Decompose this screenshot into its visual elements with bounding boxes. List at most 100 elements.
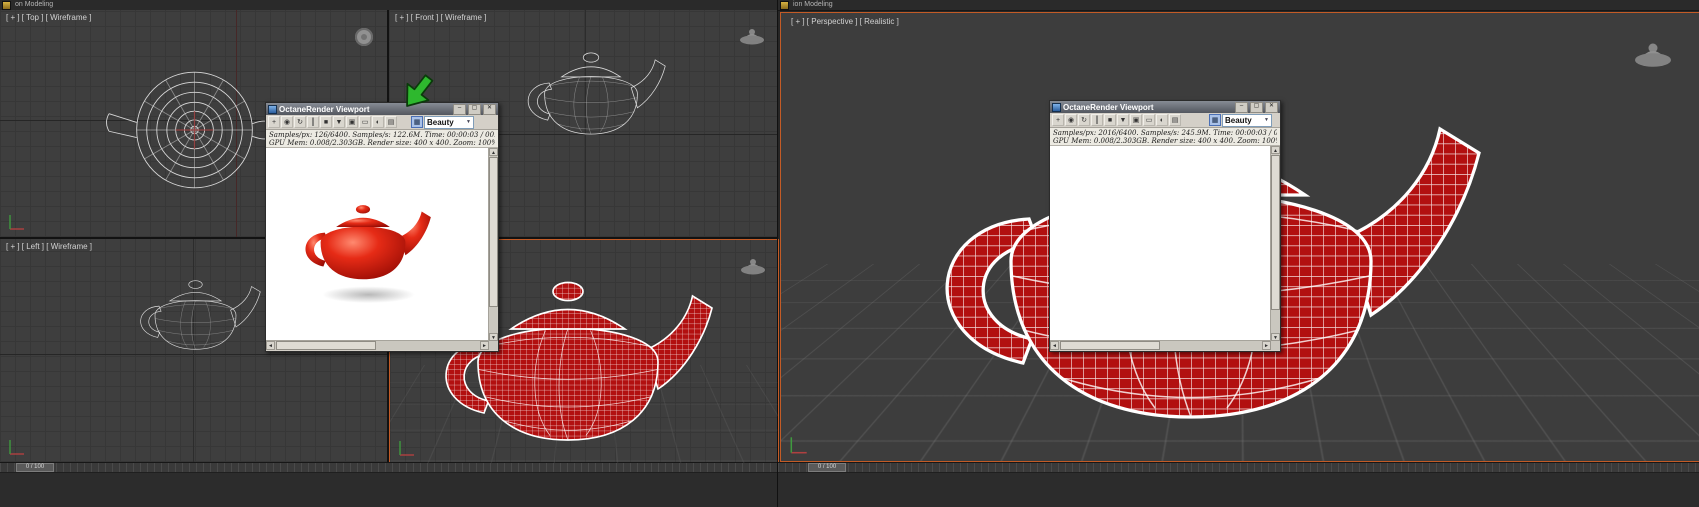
ribbon-tab-label[interactable]: ion Modeling xyxy=(793,0,833,10)
close-button[interactable]: ✕ xyxy=(483,103,496,115)
octane-render-view: ▲ ▼ ◄ ► xyxy=(1050,146,1280,350)
octane-status-line-1: Samples/px: 126/6400. Samples/s: 122.6M.… xyxy=(269,131,495,139)
chevron-down-icon: ▼ xyxy=(1264,117,1269,123)
save-image-icon[interactable]: ▼ xyxy=(333,116,345,128)
octane-window-titlebar[interactable]: OctaneRender Viewport – ▢ ✕ xyxy=(266,103,498,115)
viewcube-home-icon[interactable] xyxy=(740,256,766,276)
octane-app-icon xyxy=(268,104,277,114)
clay-mode-icon[interactable]: ◐ xyxy=(1156,114,1168,126)
octane-status-area: Samples/px: 2016/6400. Samples/s: 245.9M… xyxy=(1050,128,1280,146)
lock-viewport-icon[interactable]: ▦ xyxy=(411,116,423,128)
octane-toolbar: + ◉ ↻ ║ ■ ▼ ▣ ▭ ◐ ▤ ▦ Beauty ▼ xyxy=(1050,113,1280,128)
octane-status-line-2: GPU Mem: 0.008/2.303GB. Render size: 400… xyxy=(269,139,495,147)
render-canvas[interactable] xyxy=(1050,146,1271,341)
viewport-perspective-label[interactable]: [ + ] [ Perspective ] [ Realistic ] xyxy=(791,17,899,26)
viewcube-home-icon[interactable] xyxy=(1633,39,1673,69)
vscroll-thumb[interactable] xyxy=(489,157,498,307)
max-workspace: on Modeling [ + ] [ Top ] [ Wireframe ] xyxy=(0,0,1699,507)
scroll-right-icon[interactable]: ► xyxy=(480,341,489,350)
viewcube-home-icon[interactable] xyxy=(353,26,375,48)
scroll-down-icon[interactable]: ▼ xyxy=(489,333,498,341)
region-render-icon[interactable]: ▭ xyxy=(359,116,371,128)
octane-render-window: OctaneRender Viewport – ▢ ✕ + ◉ ↻ ║ ■ ▼ … xyxy=(265,102,499,352)
stop-render-icon[interactable]: ■ xyxy=(1104,114,1116,126)
stop-render-icon[interactable]: ■ xyxy=(320,116,332,128)
clay-mode-icon[interactable]: ◐ xyxy=(372,116,384,128)
axis-tripod xyxy=(9,440,24,455)
copy-image-icon[interactable]: ▣ xyxy=(346,116,358,128)
render-mode-value: Beauty xyxy=(1225,115,1252,125)
time-slider-track[interactable]: 0 / 100 xyxy=(778,463,1699,473)
copy-image-icon[interactable]: ▣ xyxy=(1130,114,1142,126)
axis-tripod xyxy=(399,441,414,456)
restart-render-icon[interactable]: ↻ xyxy=(294,116,306,128)
teapot-left-wireframe[interactable] xyxy=(128,263,263,361)
scroll-left-icon[interactable]: ◄ xyxy=(1050,341,1059,350)
axis-tripod xyxy=(9,215,24,230)
subsampling-icon[interactable]: ▤ xyxy=(385,116,397,128)
ribbon-icon[interactable] xyxy=(2,0,11,10)
viewcube-home-icon[interactable] xyxy=(739,26,765,46)
octane-status-line-1: Samples/px: 2016/6400. Samples/s: 245.9M… xyxy=(1053,129,1277,137)
ribbon-strip-right: ion Modeling xyxy=(778,0,1699,11)
viewport-front-label[interactable]: [ + ] [ Front ] [ Wireframe ] xyxy=(395,13,486,22)
scroll-up-icon[interactable]: ▲ xyxy=(1271,146,1280,154)
save-image-icon[interactable]: ▼ xyxy=(1117,114,1129,126)
octane-window-titlebar[interactable]: OctaneRender Viewport – ▢ ✕ xyxy=(1050,101,1280,113)
octane-render-view: ▲ ▼ ◄ ► xyxy=(266,148,498,350)
render-mode-dropdown[interactable]: Beauty ▼ xyxy=(424,115,474,129)
ribbon-icon[interactable] xyxy=(780,0,789,10)
octane-app-icon xyxy=(1052,102,1061,112)
material-picker-icon[interactable]: ◉ xyxy=(281,116,293,128)
render-mode-dropdown[interactable]: Beauty ▼ xyxy=(1222,113,1272,127)
octane-render-window: OctaneRender Viewport – ▢ ✕ + ◉ ↻ ║ ■ ▼ … xyxy=(1049,100,1281,352)
teapot-top-view[interactable] xyxy=(104,60,280,200)
ribbon-tab-label[interactable]: on Modeling xyxy=(15,0,53,10)
horizontal-scrollbar[interactable]: ◄ ► xyxy=(266,340,489,350)
minimize-button[interactable]: – xyxy=(453,103,466,115)
annotation-arrow-icon xyxy=(406,74,434,107)
axis-tripod xyxy=(790,437,807,454)
time-slider-handle[interactable]: 0 / 100 xyxy=(808,463,846,472)
vertical-scrollbar[interactable]: ▲ ▼ xyxy=(488,148,498,341)
time-slider-track[interactable]: 0 / 100 xyxy=(0,463,777,473)
octane-toolbar: + ◉ ↻ ║ ■ ▼ ▣ ▭ ◐ ▤ ▦ Beauty ▼ xyxy=(266,115,498,130)
restart-render-icon[interactable]: ↻ xyxy=(1078,114,1090,126)
pause-render-icon[interactable]: ║ xyxy=(1091,114,1103,126)
scroll-down-icon[interactable]: ▼ xyxy=(1271,333,1280,341)
viewport-left-label[interactable]: [ + ] [ Left ] [ Wireframe ] xyxy=(6,242,92,251)
viewport-top-label[interactable]: [ + ] [ Top ] [ Wireframe ] xyxy=(6,13,91,22)
scrollbar-corner xyxy=(489,341,498,350)
maximize-button[interactable]: ▢ xyxy=(468,103,481,115)
focus-picker-icon[interactable]: + xyxy=(268,116,280,128)
octane-status-line-2: GPU Mem: 0.008/2.303GB. Render size: 400… xyxy=(1053,137,1277,145)
render-mode-value: Beauty xyxy=(427,117,454,127)
lock-viewport-icon[interactable]: ▦ xyxy=(1209,114,1221,126)
chevron-down-icon: ▼ xyxy=(466,119,471,125)
material-picker-icon[interactable]: ◉ xyxy=(1065,114,1077,126)
render-canvas[interactable] xyxy=(266,148,489,341)
teapot-front-wireframe[interactable] xyxy=(507,32,675,148)
minimize-button[interactable]: – xyxy=(1235,101,1248,113)
maximize-button[interactable]: ▢ xyxy=(1250,101,1263,113)
time-slider-handle[interactable]: 0 / 100 xyxy=(16,463,54,472)
scroll-left-icon[interactable]: ◄ xyxy=(266,341,275,350)
horizontal-scrollbar[interactable]: ◄ ► xyxy=(1050,340,1271,350)
scrollbar-corner xyxy=(1271,341,1280,350)
screen-right: ion Modeling [ + ] [ Perspective ] [ Rea… xyxy=(777,0,1699,507)
hscroll-thumb[interactable] xyxy=(1060,341,1160,350)
hscroll-thumb[interactable] xyxy=(276,341,376,350)
timeline-bar: 0 / 100 xyxy=(778,462,1699,507)
region-render-icon[interactable]: ▭ xyxy=(1143,114,1155,126)
vertical-scrollbar[interactable]: ▲ ▼ xyxy=(1270,146,1280,341)
teapot-render xyxy=(305,205,431,280)
vscroll-thumb[interactable] xyxy=(1271,155,1280,310)
octane-status-area: Samples/px: 126/6400. Samples/s: 122.6M.… xyxy=(266,130,498,148)
close-button[interactable]: ✕ xyxy=(1265,101,1278,113)
scroll-right-icon[interactable]: ► xyxy=(1262,341,1271,350)
subsampling-icon[interactable]: ▤ xyxy=(1169,114,1181,126)
octane-window-title: OctaneRender Viewport xyxy=(1063,102,1154,112)
focus-picker-icon[interactable]: + xyxy=(1052,114,1064,126)
scroll-up-icon[interactable]: ▲ xyxy=(489,148,498,156)
pause-render-icon[interactable]: ║ xyxy=(307,116,319,128)
